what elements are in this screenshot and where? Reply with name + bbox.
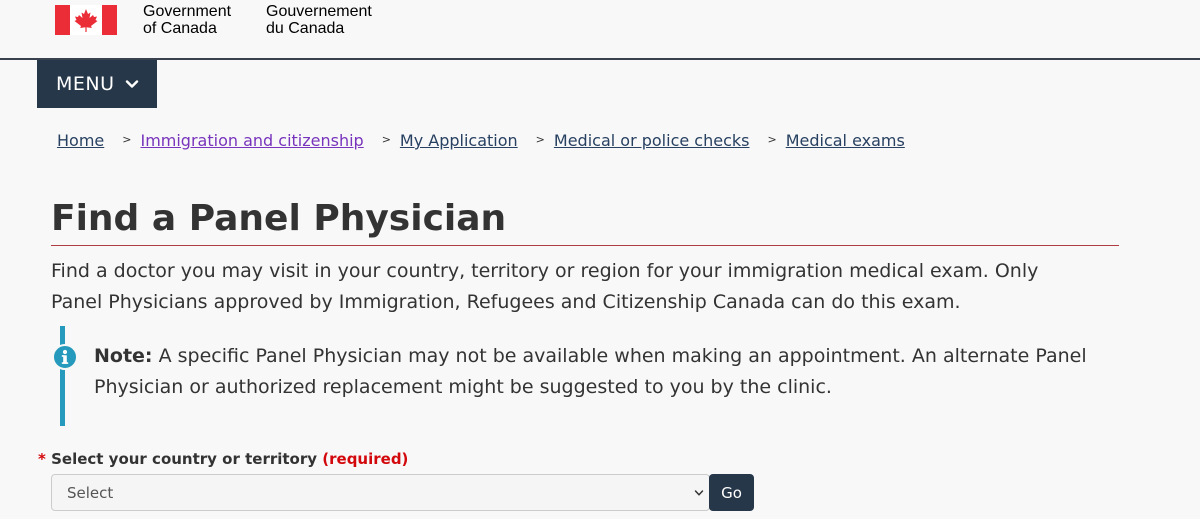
site-header: Government of Canada Gouvernement du Can… — [0, 0, 1200, 60]
required-text: (required) — [322, 450, 409, 468]
intro-text: Find a doctor you may visit in your coun… — [51, 260, 1039, 313]
breadcrumb-link-home[interactable]: Home — [57, 131, 104, 150]
menu-button[interactable]: MENU — [37, 60, 157, 108]
required-marker: * — [38, 450, 46, 468]
canada-flag-icon[interactable] — [55, 5, 117, 35]
breadcrumb-separator: > — [122, 133, 132, 146]
signature-en-line-2: of Canada — [143, 20, 217, 37]
go-button-label: Go — [721, 483, 742, 502]
note-body: A specific Panel Physician may not be av… — [94, 345, 1087, 398]
note-accent-bar — [60, 326, 65, 426]
breadcrumb-item-medical-police-checks[interactable]: Medical or police checks — [554, 131, 750, 150]
breadcrumb-link-my-application[interactable]: My Application — [400, 131, 518, 150]
breadcrumb-item-medical-exams[interactable]: Medical exams — [786, 131, 905, 150]
signature-french: Gouvernement du Canada — [266, 3, 372, 37]
signature-en-line-1: Government — [143, 3, 232, 20]
page-title: Find a Panel Physician — [51, 198, 507, 239]
breadcrumb-item-my-application[interactable]: My Application — [400, 131, 518, 150]
country-label-text: Select your country or territory — [51, 450, 318, 468]
signature-english: Government of Canada — [143, 3, 231, 37]
go-button[interactable]: Go — [709, 474, 754, 511]
breadcrumb-separator: > — [381, 133, 391, 146]
breadcrumb-link-medical-exams[interactable]: Medical exams — [786, 131, 905, 150]
breadcrumb-item-immigration[interactable]: Immigration and citizenship — [140, 131, 363, 150]
chevron-down-icon — [694, 490, 704, 496]
signature-fr-line-1: Gouvernement — [266, 3, 372, 20]
country-select-label: * Select your country or territory (requ… — [38, 450, 408, 468]
chevron-down-icon — [125, 80, 138, 88]
note-label: Note: — [94, 345, 153, 367]
breadcrumb-item-home[interactable]: Home — [57, 131, 104, 150]
title-divider — [51, 245, 1119, 246]
breadcrumb-link-medical-police-checks[interactable]: Medical or police checks — [554, 131, 750, 150]
breadcrumb-separator: > — [767, 133, 777, 146]
signature-fr-line-2: du Canada — [266, 20, 345, 37]
country-select[interactable]: Select — [51, 474, 710, 511]
country-select-value: Select — [67, 483, 114, 502]
note-text: Note: A specific Panel Physician may not… — [94, 341, 1134, 403]
breadcrumb: Home > Immigration and citizenship > My … — [57, 131, 905, 150]
menu-label: MENU — [56, 73, 115, 95]
info-icon — [52, 344, 78, 370]
breadcrumb-separator: > — [535, 133, 545, 146]
breadcrumb-link-immigration[interactable]: Immigration and citizenship — [140, 131, 363, 150]
